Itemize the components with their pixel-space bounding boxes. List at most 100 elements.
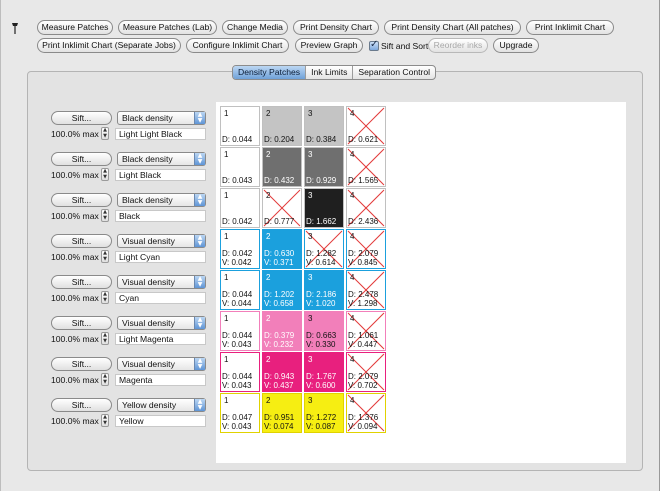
patch: 1 D: 0.043 (220, 147, 260, 187)
configure-inklimit-chart-button[interactable]: Configure Inklimit Chart (186, 38, 289, 53)
patch: 3 D: 0.929 (304, 147, 344, 187)
tab-density-patches[interactable]: Density Patches (233, 66, 307, 79)
tool-icon[interactable] (11, 23, 19, 34)
density-type-select[interactable]: Black density ▲ ▼ (117, 193, 206, 207)
ink-name-field[interactable]: Light Black (115, 169, 206, 181)
preview-graph-button[interactable]: Preview Graph (295, 38, 363, 53)
select-arrows-icon: ▲ ▼ (194, 112, 205, 124)
density-type-select[interactable]: Visual density ▲ ▼ (117, 357, 206, 371)
density-type-select[interactable]: Yellow density ▲ ▼ (117, 398, 206, 412)
print-inklimit-separate-button[interactable]: Print Inklimit Chart (Separate Jobs) (37, 38, 181, 53)
patch-rejected: 4 D: 1.565 (346, 147, 386, 187)
ink-row: Sift... Yellow density ▲ ▼ 100.0% max ▲ ▼ Yello… (1, 392, 216, 432)
measure-patches-lab-button[interactable]: Measure Patches (Lab) (118, 20, 217, 35)
patch-visual-density: V: 0.702 (348, 381, 378, 390)
patch-density: D: 1.272 (306, 413, 337, 422)
patch-number: 2 (266, 355, 271, 364)
max-stepper[interactable]: ▲ ▼ (101, 332, 109, 345)
patch-density: D: 0.042 (222, 249, 253, 258)
print-inklimit-chart-button[interactable]: Print Inklimit Chart (526, 20, 614, 35)
patch: 1 D: 0.044 (220, 106, 260, 146)
measure-patches-button[interactable]: Measure Patches (37, 20, 113, 35)
patch-density: D: 1.202 (264, 290, 295, 299)
tab-separation-control[interactable]: Separation Control (353, 66, 435, 79)
max-value: 100.0% max (51, 293, 99, 303)
patch-number: 4 (350, 396, 355, 405)
max-stepper[interactable]: ▲ ▼ (101, 250, 109, 263)
patch-visual-density: V: 0.044 (222, 299, 252, 308)
sift-button[interactable]: Sift... (51, 275, 112, 289)
ink-row: Sift... Visual density ▲ ▼ 100.0% max ▲ ▼ Cyan (1, 269, 216, 309)
patch-density: D: 0.432 (264, 176, 295, 185)
patch-density: D: 1.061 (348, 331, 379, 340)
patch-rejected: 4 D: 1.061 V: 0.447 (346, 311, 386, 351)
max-stepper[interactable]: ▲ ▼ (101, 414, 109, 427)
max-stepper[interactable]: ▲ ▼ (101, 168, 109, 181)
patch-number: 1 (224, 355, 229, 364)
patch-density: D: 2.079 (348, 372, 379, 381)
ink-name-field[interactable]: Light Cyan (115, 251, 206, 263)
change-media-button[interactable]: Change Media (222, 20, 288, 35)
patch-number: 3 (308, 150, 313, 159)
patch-density: D: 0.044 (222, 290, 253, 299)
max-stepper[interactable]: ▲ ▼ (101, 373, 109, 386)
reorder-inks-button[interactable]: Reorder inks (428, 38, 488, 53)
patch-number: 3 (308, 314, 313, 323)
ink-name-field[interactable]: Light Magenta (115, 333, 206, 345)
max-stepper[interactable]: ▲ ▼ (101, 209, 109, 222)
sift-button[interactable]: Sift... (51, 398, 112, 412)
density-type-value: Visual density (122, 277, 175, 287)
density-type-select[interactable]: Visual density ▲ ▼ (117, 234, 206, 248)
patch-density: D: 0.663 (306, 331, 337, 340)
patch-number: 3 (308, 273, 313, 282)
ink-name-field[interactable]: Light Light Black (115, 128, 206, 140)
patch-visual-density: V: 1.020 (306, 299, 336, 308)
density-type-select[interactable]: Black density ▲ ▼ (117, 111, 206, 125)
tab-bar: Density Patches Ink Limits Separation Co… (232, 65, 437, 80)
patch: 2 D: 1.202 V: 0.658 (262, 270, 302, 310)
patch-number: 1 (224, 273, 229, 282)
sift-button[interactable]: Sift... (51, 357, 112, 371)
tab-ink-limits[interactable]: Ink Limits (306, 66, 354, 79)
density-type-select[interactable]: Black density ▲ ▼ (117, 152, 206, 166)
density-type-select[interactable]: Visual density ▲ ▼ (117, 316, 206, 330)
density-type-select[interactable]: Visual density ▲ ▼ (117, 275, 206, 289)
patch-visual-density: V: 0.043 (222, 381, 252, 390)
ink-name-field[interactable]: Cyan (115, 292, 206, 304)
patch: 1 D: 0.044 V: 0.043 (220, 352, 260, 392)
sift-button[interactable]: Sift... (51, 234, 112, 248)
print-density-chart-button[interactable]: Print Density Chart (293, 20, 379, 35)
patch-density: D: 1.662 (306, 217, 337, 226)
sift-button[interactable]: Sift... (51, 152, 112, 166)
patch: 2 D: 0.630 V: 0.371 (262, 229, 302, 269)
ink-row: Sift... Black density ▲ ▼ 100.0% max ▲ ▼ Light … (1, 105, 216, 145)
ink-row: Sift... Visual density ▲ ▼ 100.0% max ▲ ▼ Light… (1, 310, 216, 350)
patch-visual-density: V: 0.614 (306, 258, 336, 267)
ink-name-field[interactable]: Black (115, 210, 206, 222)
sift-button[interactable]: Sift... (51, 193, 112, 207)
patch: 2 D: 0.379 V: 0.232 (262, 311, 302, 351)
patch-visual-density: V: 0.330 (306, 340, 336, 349)
ink-name-field[interactable]: Yellow (115, 415, 206, 427)
print-density-chart-all-button[interactable]: Print Density Chart (All patches) (384, 20, 521, 35)
patch-density: D: 0.943 (264, 372, 295, 381)
patch-rejected: 2 D: 0.777 (262, 188, 302, 228)
patch-density: D: 0.047 (222, 413, 253, 422)
sift-and-sort-checkbox[interactable] (369, 39, 379, 51)
upgrade-button[interactable]: Upgrade (493, 38, 539, 53)
ink-row: Sift... Visual density ▲ ▼ 100.0% max ▲ ▼ Magen… (1, 351, 216, 391)
patch-number: 4 (350, 314, 355, 323)
patch-number: 2 (266, 191, 271, 200)
patch-density: D: 0.384 (306, 135, 337, 144)
patch: 1 D: 0.042 V: 0.042 (220, 229, 260, 269)
patch-density: D: 0.044 (222, 135, 253, 144)
max-stepper[interactable]: ▲ ▼ (101, 291, 109, 304)
sift-button[interactable]: Sift... (51, 316, 112, 330)
select-arrows-icon: ▲ ▼ (194, 235, 205, 247)
patch-number: 1 (224, 314, 229, 323)
max-stepper[interactable]: ▲ ▼ (101, 127, 109, 140)
sift-button[interactable]: Sift... (51, 111, 112, 125)
ink-row: Sift... Visual density ▲ ▼ 100.0% max ▲ ▼ Light… (1, 228, 216, 268)
ink-name-field[interactable]: Magenta (115, 374, 206, 386)
patch-density: D: 0.630 (264, 249, 295, 258)
